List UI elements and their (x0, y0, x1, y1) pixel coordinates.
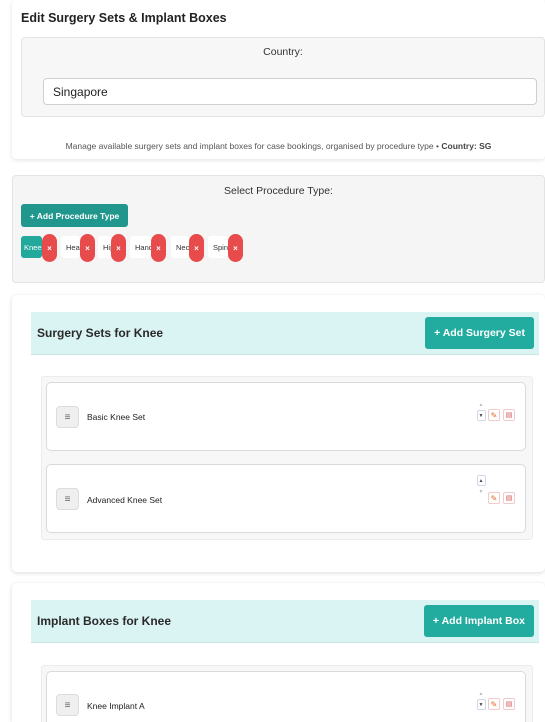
surgery-sets-card: Surgery Sets for Knee + Add Surgery Set … (12, 295, 545, 572)
move-down-icon[interactable]: ▼ (476, 699, 486, 710)
list-item[interactable]: ≡ Knee Implant A ▲ ▼ ✎ ▤ (46, 671, 526, 722)
surgery-set-name: Basic Knee Set (87, 412, 146, 422)
drag-handle-icon[interactable]: ≡ (56, 488, 79, 510)
procedure-chip-hand[interactable]: Hand (130, 236, 151, 258)
remove-chip-hand-icon[interactable]: × (151, 234, 166, 262)
procedure-type-panel: Select Procedure Type: + Add Procedure T… (12, 175, 545, 283)
add-surgery-set-button[interactable]: + Add Surgery Set (425, 317, 534, 349)
implant-boxes-list: ≡ Knee Implant A ▲ ▼ ✎ ▤ (41, 665, 533, 722)
procedure-type-label: Select Procedure Type: (224, 185, 333, 197)
reorder-controls: ▲ ▼ (476, 475, 486, 497)
country-label: Country: (263, 46, 303, 58)
edit-sets-panel: Edit Surgery Sets & Implant Boxes Countr… (12, 0, 545, 159)
surgery-set-name: Advanced Knee Set (87, 495, 163, 505)
edit-icon[interactable]: ✎ (488, 409, 500, 421)
move-down-icon[interactable]: ▼ (479, 486, 484, 497)
remove-chip-knee-icon[interactable]: × (42, 234, 57, 262)
surgery-sets-list: ≡ Basic Knee Set ▲ ▼ ✎ ▤ ≡ Advanced Knee… (41, 376, 533, 540)
list-item[interactable]: ≡ Basic Knee Set ▲ ▼ ✎ ▤ (46, 382, 526, 451)
procedure-chip-knee[interactable]: Knee (21, 236, 42, 258)
remove-chip-head-icon[interactable]: × (80, 234, 95, 262)
add-procedure-type-button[interactable]: + Add Procedure Type (21, 204, 128, 227)
reorder-controls: ▲ ▼ (476, 399, 486, 421)
delete-icon[interactable]: ▤ (503, 409, 515, 421)
implant-box-name: Knee Implant A (87, 701, 145, 711)
edit-icon[interactable]: ✎ (488, 698, 500, 710)
page-title: Edit Surgery Sets & Implant Boxes (21, 11, 227, 25)
edit-icon[interactable]: ✎ (488, 492, 500, 504)
move-up-icon[interactable]: ▲ (479, 399, 484, 410)
add-implant-box-button[interactable]: + Add Implant Box (423, 605, 534, 637)
move-up-icon[interactable]: ▲ (476, 475, 486, 486)
procedure-chip-head[interactable]: Head (61, 236, 80, 258)
list-item[interactable]: ≡ Advanced Knee Set ▲ ▼ ✎ ▤ (46, 464, 526, 533)
move-down-icon[interactable]: ▼ (476, 410, 486, 421)
country-code: Country: SG (441, 141, 492, 151)
procedure-chip-spine[interactable]: Spine (208, 236, 228, 258)
surgery-sets-title: Surgery Sets for Knee (37, 326, 164, 340)
manage-description: Manage available surgery sets and implan… (12, 141, 545, 151)
surgery-sets-header: Surgery Sets for Knee + Add Surgery Set (31, 312, 539, 355)
implant-boxes-card: Implant Boxes for Knee + Add Implant Box… (12, 583, 545, 722)
implant-boxes-header: Implant Boxes for Knee + Add Implant Box (31, 600, 539, 643)
procedure-chip-hip[interactable]: Hip (98, 236, 111, 258)
procedure-chip-neck[interactable]: Neck (171, 236, 189, 258)
move-up-icon[interactable]: ▲ (479, 688, 484, 699)
reorder-controls: ▲ ▼ (476, 688, 486, 710)
delete-icon[interactable]: ▤ (503, 698, 515, 710)
country-box: Country: (21, 37, 545, 117)
remove-chip-hip-icon[interactable]: × (111, 234, 126, 262)
drag-handle-icon[interactable]: ≡ (56, 406, 79, 428)
remove-chip-spine-icon[interactable]: × (228, 234, 243, 262)
country-input[interactable] (43, 78, 537, 105)
implant-boxes-title: Implant Boxes for Knee (37, 614, 172, 628)
manage-description-text: Manage available surgery sets and implan… (65, 141, 439, 151)
delete-icon[interactable]: ▤ (503, 492, 515, 504)
drag-handle-icon[interactable]: ≡ (56, 694, 79, 716)
remove-chip-neck-icon[interactable]: × (189, 234, 204, 262)
